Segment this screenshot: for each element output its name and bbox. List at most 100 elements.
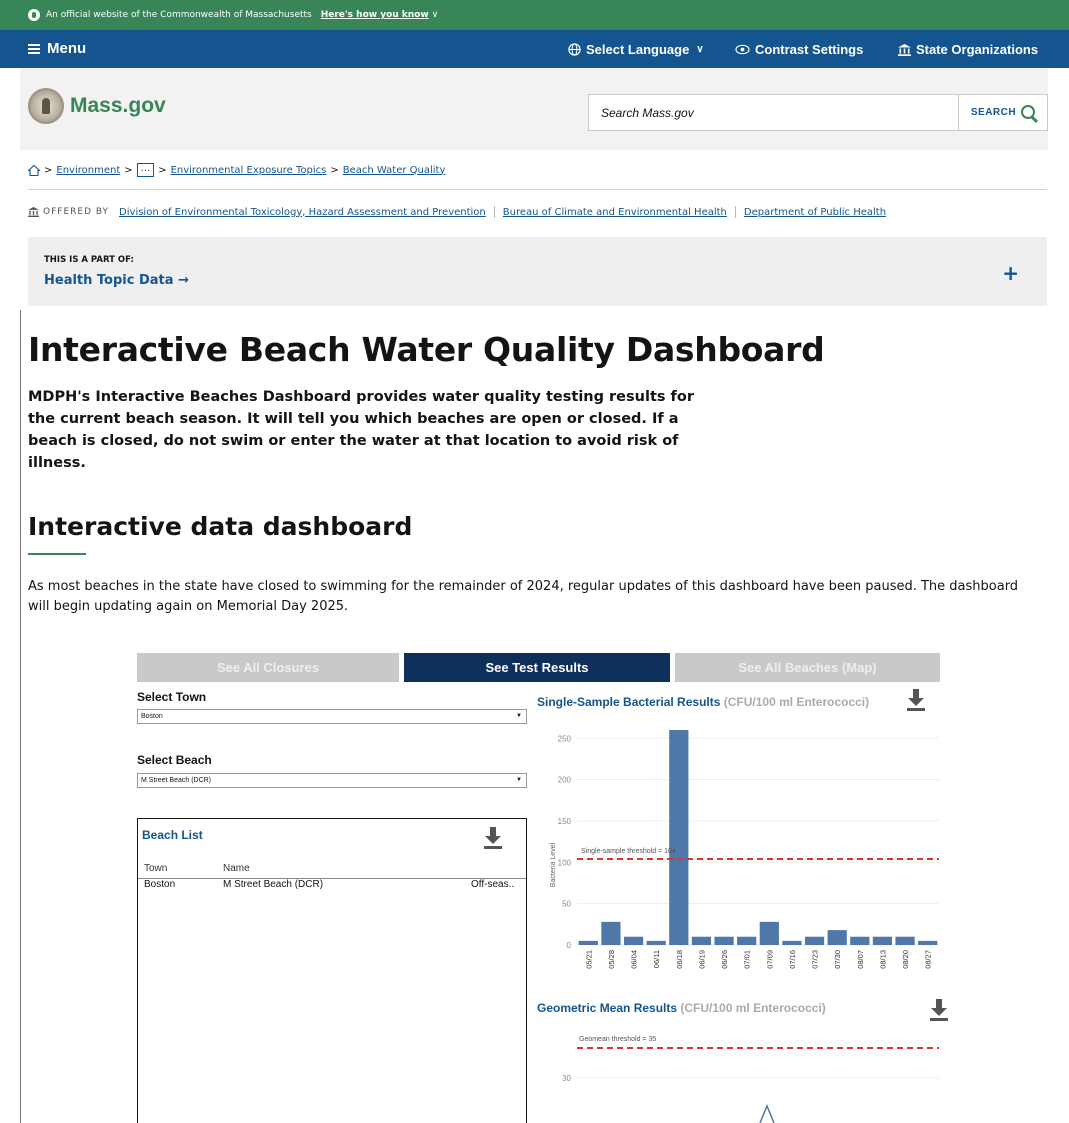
state-organizations-button[interactable]: State Organizations [898,42,1038,57]
cell-town: Boston [144,879,176,890]
select-beach-dropdown[interactable]: M Street Beach (DCR) ▼ [137,773,527,788]
x-tick-label: 07/09 [765,950,774,969]
home-icon[interactable] [28,164,40,176]
y-axis-label: Bacteria Level [550,842,557,887]
building-icon [28,207,39,217]
health-topic-data-link[interactable]: Health Topic Data → [44,273,189,288]
divider [734,206,736,218]
hamburger-icon [28,43,40,54]
site-header: Mass.gov SEARCH [20,68,1048,150]
official-banner: An official website of the Commonwealth … [0,0,1069,30]
threshold-label: Geomean threshold = 35 [579,1036,656,1043]
bar[interactable] [804,936,825,945]
bar[interactable] [850,936,870,945]
chart-unit-label: (CFU/100 ml Enterococci) [723,695,870,709]
content-frame-border [20,310,21,1123]
download-icon[interactable] [484,827,502,849]
eye-icon [735,44,750,55]
x-tick-label: 08/07 [856,950,865,969]
select-town-dropdown[interactable]: Boston ▼ [137,709,527,724]
bar[interactable] [737,936,757,945]
offered-by-label: OFFERED BY [43,207,110,217]
column-header-name[interactable]: Name [223,863,250,874]
cell-status: Off-seas.. [471,879,515,890]
breadcrumb-expand-button[interactable]: ... [136,163,155,177]
bar[interactable] [872,936,893,945]
x-tick-label: 07/30 [833,950,842,969]
table-row[interactable]: Boston M Street Beach (DCR) Off-seas.. [138,878,526,891]
bar[interactable] [669,730,689,945]
heres-how-you-know-link[interactable]: Here's how you know [321,10,429,20]
utility-nav-bar: Menu Select Language ∨ Contrast Settings… [0,30,1069,68]
x-tick-label: 05/28 [607,950,616,969]
chart-title-text: Single-Sample Bacterial Results [537,695,721,709]
offered-by-label-wrap: OFFERED BY [28,207,109,217]
threshold-label: Single-sample threshold = 104 [581,848,676,855]
y-tick-label: 30 [562,1074,571,1083]
menu-button[interactable]: Menu [28,40,86,57]
y-tick-label: 250 [558,734,572,743]
breadcrumb-environmental-exposure-topics[interactable]: Environmental Exposure Topics [171,165,327,176]
offered-by-org-link[interactable]: Division of Environmental Toxicology, Ha… [119,207,486,218]
x-tick-label: 08/20 [901,950,910,969]
bar[interactable] [895,936,915,945]
mass-seal-logo-icon[interactable] [28,88,64,124]
select-town-value: Boston [141,713,163,720]
search-button[interactable]: SEARCH [959,95,1047,130]
select-language-button[interactable]: Select Language ∨ [568,42,704,57]
offered-by-org-link[interactable]: Department of Public Health [744,207,886,218]
beach-list-panel: Beach List Town Name Boston M Street Bea… [137,818,527,1123]
bar[interactable] [714,936,734,945]
chevron-down-icon[interactable]: ∨ [432,10,439,20]
breadcrumb-separator: > [158,164,167,176]
dropdown-arrow-icon: ▼ [516,777,522,783]
bar[interactable] [601,921,621,945]
expand-plus-icon[interactable]: + [1002,261,1019,285]
site-logo-text[interactable]: Mass.gov [70,94,166,118]
column-header-town[interactable]: Town [144,863,167,874]
tab-see-all-closures[interactable]: See All Closures [137,653,399,682]
y-tick-label: 50 [562,900,571,909]
bar[interactable] [623,936,644,945]
divider [28,189,1047,190]
bar[interactable] [691,936,712,945]
bar[interactable] [827,930,847,945]
tab-see-all-beaches-map[interactable]: See All Beaches (Map) [675,653,940,682]
select-beach-value: M Street Beach (DCR) [141,777,212,784]
offered-by: OFFERED BY Division of Environmental Tox… [28,206,886,218]
part-of-label: THIS IS A PART OF: [44,255,134,265]
bar[interactable] [578,940,598,945]
y-tick-label: 100 [558,858,572,867]
bar[interactable] [782,940,802,945]
menu-label: Menu [47,40,87,57]
x-tick-label: 08/27 [924,950,933,969]
offered-by-org-link[interactable]: Bureau of Climate and Environmental Heal… [503,207,727,218]
search-icon [1021,104,1036,119]
search-button-label: SEARCH [970,107,1017,118]
breadcrumb: > Environment > ... > Environmental Expo… [28,163,445,177]
chevron-down-icon: ∨ [696,44,704,55]
download-icon[interactable] [930,999,949,1021]
single-sample-bar-chart: 05/21 05/28 06/04 06/11 06/18 06/19 06/26 07/01… [550,730,939,969]
bar[interactable] [918,940,938,945]
notice-text: As most beaches in the state have closed… [28,579,1019,614]
select-language-label: Select Language [586,42,690,57]
chart-unit-label: (CFU/100 ml Enterococci) [680,1001,826,1015]
download-icon[interactable] [907,689,925,711]
bar[interactable] [646,940,666,945]
breadcrumb-beach-water-quality[interactable]: Beach Water Quality [343,165,446,176]
x-tick-label: 07/23 [811,950,820,969]
bar[interactable] [759,921,779,945]
contrast-settings-button[interactable]: Contrast Settings [735,42,863,57]
select-beach-label: Select Beach [137,753,212,767]
building-icon [898,43,911,56]
chart-title-text: Geometric Mean Results [537,1001,678,1015]
dropdown-arrow-icon: ▼ [516,713,522,719]
x-tick-label: 06/18 [675,950,684,969]
section-rule [28,553,86,555]
series-line [759,1104,775,1123]
breadcrumb-environment[interactable]: Environment [56,165,120,176]
contrast-settings-label: Contrast Settings [755,42,864,57]
tab-see-test-results[interactable]: See Test Results [404,653,670,682]
search-input[interactable] [589,95,959,130]
